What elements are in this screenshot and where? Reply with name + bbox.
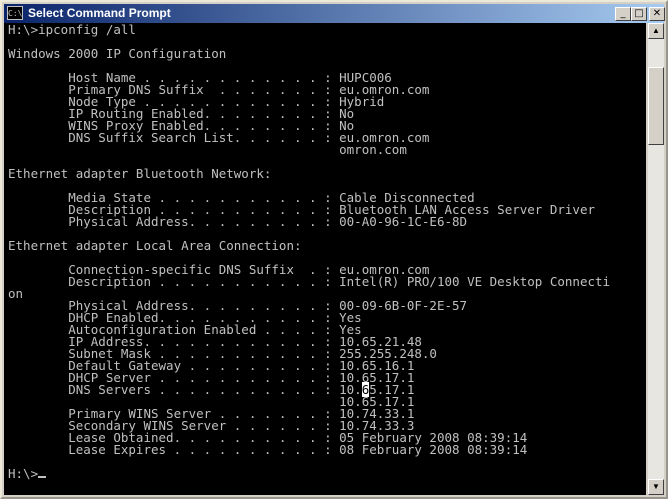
console-output[interactable]: H:\>ipconfig /all Windows 2000 IP Configu… (4, 23, 646, 495)
console-line: Physical Address. . . . . . . . . : 00-A… (8, 214, 468, 229)
console-line: H:\> (8, 467, 610, 480)
command-prompt-window: C:\ Select Command Prompt _ □ ✕ H:\>ipco… (0, 0, 668, 499)
console-lines: H:\>ipconfig /all Windows 2000 IP Configu… (8, 23, 611, 480)
console-line: omron.com (8, 142, 407, 157)
text-cursor (38, 476, 47, 478)
scroll-up-arrow-icon[interactable]: ▲ (648, 23, 664, 39)
console-line: Windows 2000 IP Configuration (8, 46, 227, 61)
console-line: Lease Expires . . . . . . . . . . : 08 F… (8, 442, 528, 457)
console-line: Description . . . . . . . . . . . : Inte… (8, 274, 611, 289)
console-line: Ethernet adapter Local Area Connection: (8, 238, 302, 253)
title-bar[interactable]: C:\ Select Command Prompt _ □ ✕ (4, 4, 665, 23)
maximize-button[interactable]: □ (631, 7, 647, 21)
vertical-scrollbar[interactable]: ▲ ▼ (648, 23, 664, 495)
scrollbar-thumb[interactable] (648, 67, 664, 145)
console-line: Ethernet adapter Bluetooth Network: (8, 166, 272, 181)
console-line: H:\>ipconfig /all (8, 23, 136, 37)
minimize-button[interactable]: _ (615, 7, 631, 21)
close-button[interactable]: ✕ (649, 7, 665, 21)
console-app-icon[interactable]: C:\ (7, 6, 23, 20)
scroll-down-arrow-icon[interactable]: ▼ (648, 479, 664, 495)
window-title: Select Command Prompt (28, 6, 171, 20)
